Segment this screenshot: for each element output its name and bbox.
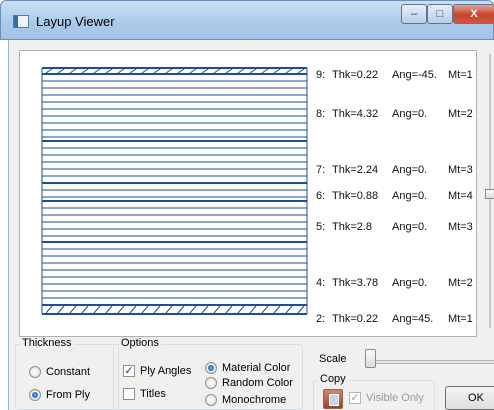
ply-angle-hatch [273,68,281,74]
ply-angle-hatch [201,305,209,314]
from-ply-radio[interactable] [29,389,41,401]
monochrome-radio[interactable] [205,394,217,406]
ply-angle-hatch [69,305,77,314]
ply-angle-hatch [285,68,293,74]
ply-angle-hatch [117,305,125,314]
ply-angle-hatch [93,305,101,314]
thickness-constant-option[interactable]: Constant [29,366,90,378]
close-button[interactable]: X [453,4,494,24]
titles-option[interactable]: Titles [123,388,166,400]
constant-radio[interactable] [29,366,41,378]
ply-angle-hatch [57,305,65,314]
constant-label: Constant [46,366,91,378]
ply-angle-hatch [213,68,221,74]
ply-angle-hatch [297,68,305,74]
visible-only-label: Visible Only [366,392,424,404]
thickness-from-ply-option[interactable]: From Ply [29,389,90,401]
copy-group-title: Copy [318,373,348,385]
visible-only-option[interactable]: ✓ Visible Only [349,392,424,404]
ply-angle-hatch [165,305,173,314]
layup-viewer-window: Layup Viewer – □ X 9: Thk=0.22 Ang=-45. Mt=… [0,0,494,410]
ply-angle-hatch [201,68,209,74]
scale-label: Scale [319,353,347,365]
ply-label-8: 8: Thk=4.32 Ang=0. Mt=2 [316,108,473,120]
ply-angle-hatch [189,305,197,314]
ply-angle-hatch [57,68,65,74]
scale-slider-thumb[interactable] [365,349,376,368]
scale-slider-track[interactable] [367,360,494,364]
ply-angle-hatch [93,68,101,74]
visible-only-checkbox[interactable]: ✓ [349,392,361,404]
ply-angle-hatch [45,305,53,314]
ply-angle-hatch [225,305,233,314]
ply-angle-hatch [105,305,113,314]
ply-angle-hatch [117,68,125,74]
ply-angle-hatch [249,305,257,314]
maximize-button[interactable]: □ [427,4,453,24]
ply-angle-hatch [237,68,245,74]
ok-button[interactable]: OK [445,386,494,410]
ply-label-5: 5: Thk=2.8 Ang=0. Mt=3 [316,221,473,233]
ply-angle-hatch [81,305,89,314]
ply-angles-option[interactable]: ✓ Ply Angles [123,365,191,377]
client-area: 9: Thk=0.22 Ang=-45. Mt=1 8: Thk=4.32 Ang=0. M… [8,40,494,410]
ply-angle-hatch [285,305,293,314]
ply-label-6: 6: Thk=0.88 Ang=0. Mt=4 [316,190,473,202]
ply-angle-hatch [141,68,149,74]
ply-angle-hatch [45,68,53,74]
ply-label-4: 4: Thk=3.78 Ang=0. Mt=2 [316,277,473,289]
scrollbar-thumb[interactable] [485,189,494,199]
random-color-radio[interactable] [205,377,217,389]
ply-angle-hatch [213,305,221,314]
ply-angle-hatch [129,305,137,314]
titles-checkbox[interactable] [123,388,135,400]
ply-angle-hatch [297,305,305,314]
layup-drawing-panel: 9: Thk=0.22 Ang=-45. Mt=1 8: Thk=4.32 Ang=0. M… [19,50,477,337]
thickness-group-title: Thickness [20,337,74,349]
ply-angle-hatch [249,68,257,74]
random-color-label: Random Color [222,377,293,389]
ply-angle-hatch [153,68,161,74]
ply-angle-hatch [261,305,269,314]
options-group-title: Options [119,337,161,349]
material-color-label: Material Color [222,362,291,374]
ply-angles-checkbox[interactable]: ✓ [123,365,135,377]
ply-angle-hatch [177,305,185,314]
ply-angle-hatch [165,68,173,74]
ply-angle-hatch [69,68,77,74]
zoom-scrollbar[interactable] [485,54,494,328]
window-title: Layup Viewer [36,14,115,29]
ply-angles-label: Ply Angles [140,365,192,377]
ply-angle-hatch [189,68,197,74]
titles-label: Titles [140,388,166,400]
random-color-option[interactable]: Random Color [205,377,293,389]
material-color-option[interactable]: Material Color [205,362,290,374]
ply-angle-hatch [141,305,149,314]
ply-label-7: 7: Thk=2.24 Ang=0. Mt=3 [316,164,473,176]
ply-angle-hatch [261,68,269,74]
ply-angle-hatch [225,68,233,74]
material-color-radio[interactable] [205,362,217,374]
ply-angle-hatch [105,68,113,74]
ply-angle-hatch [129,68,137,74]
ply-label-9: 9: Thk=0.22 Ang=-45. Mt=1 [316,69,473,81]
from-ply-label: From Ply [46,389,90,401]
ply-angle-hatch [273,305,281,314]
ply-angle-hatch [81,68,89,74]
ply-angle-hatch [153,305,161,314]
ply-angle-hatch [177,68,185,74]
minimize-button[interactable]: – [401,4,427,24]
ply-label-2: 2: Thk=0.22 Ang=45. Mt=1 [316,313,473,325]
title-bar[interactable]: Layup Viewer – □ X [0,0,494,40]
monochrome-option[interactable]: Monochrome [205,394,286,406]
copy-button[interactable] [323,389,343,409]
ply-angle-hatch [237,305,245,314]
monochrome-label: Monochrome [222,394,287,406]
app-icon [13,15,29,28]
